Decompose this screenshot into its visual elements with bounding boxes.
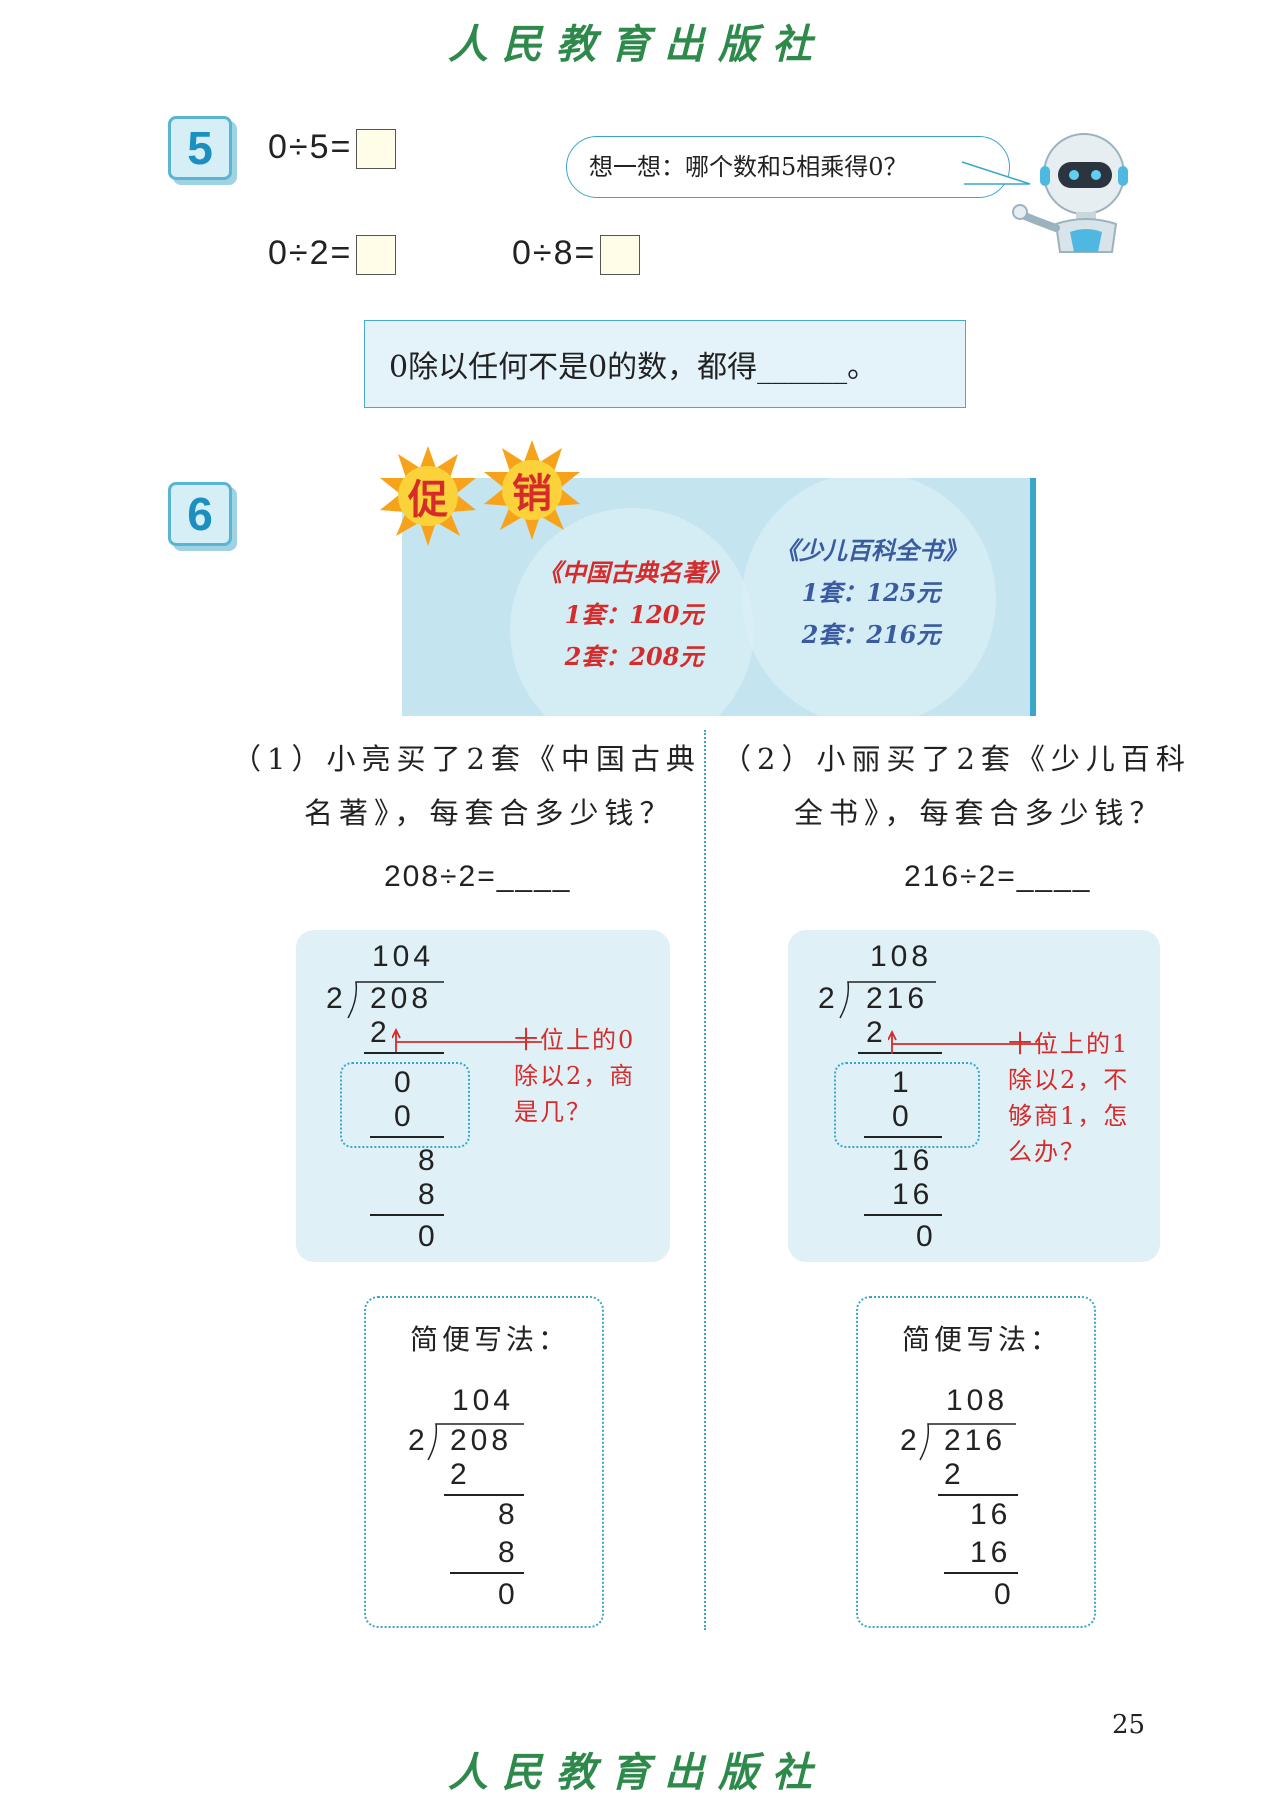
step-digit: 8 xyxy=(418,1178,439,1211)
step-digit: 2 xyxy=(370,1016,391,1049)
book2-price-2: 2套：216元 xyxy=(801,620,941,649)
step-line xyxy=(444,1494,524,1496)
problem-5-badge: 5 xyxy=(168,116,232,180)
question-1-line-1: （1）小亮买了2套《中国古典 xyxy=(232,742,701,776)
step-line xyxy=(938,1494,1018,1496)
equation-right[interactable]: 216÷2=____ xyxy=(904,860,1091,894)
equation-0-div-8: 0÷8= xyxy=(512,234,641,276)
step-digit: 2 xyxy=(450,1458,471,1491)
equation-0-div-2: 0÷2= xyxy=(268,234,397,276)
step-digit: 2 xyxy=(944,1458,965,1491)
long-division-left: 104 2 208 2 0 0 8 8 0 十位上的0 除以2，商 是几？ xyxy=(296,930,670,1262)
step-line xyxy=(864,1136,942,1138)
hint-line: 是几？ xyxy=(514,1098,592,1126)
question-2-line-2: 全书》，每套合多少钱？ xyxy=(794,796,1165,830)
step-digit: 8 xyxy=(498,1498,519,1531)
step-line xyxy=(370,1136,444,1138)
quotient: 104 xyxy=(452,1384,515,1417)
thought-bubble-text: 想一想：哪个数和5相乘得0？ xyxy=(589,153,908,181)
column-divider xyxy=(704,730,706,1630)
step-line xyxy=(450,1572,524,1574)
long-division-right: 108 2 216 2 1 0 16 16 0 十位上的1 除以2，不 够商1，… xyxy=(788,930,1160,1262)
step-digit: 1 xyxy=(892,1066,913,1099)
step-digit: 16 xyxy=(970,1498,1012,1531)
step-digit: 8 xyxy=(418,1144,439,1177)
question-1-line-2: 名著》，每套合多少钱？ xyxy=(304,796,675,830)
promo-char-2: 销 xyxy=(512,470,552,517)
step-digit: 0 xyxy=(394,1066,415,1099)
quotient: 104 xyxy=(372,940,435,973)
remainder: 0 xyxy=(994,1578,1015,1611)
rule-text[interactable]: 0除以任何不是0的数，都得______。 xyxy=(389,342,877,386)
step-digit: 16 xyxy=(892,1178,934,1211)
question-2-line-1: （2）小丽买了2套《少儿百科 xyxy=(722,742,1191,776)
dividend: 208 xyxy=(370,982,433,1015)
divisor: 2 xyxy=(326,982,347,1015)
dividend: 216 xyxy=(866,982,929,1015)
step-digit: 0 xyxy=(892,1100,913,1133)
step-digit: 8 xyxy=(498,1536,519,1569)
equation-0-div-5: 0÷5= xyxy=(268,128,397,170)
remainder: 0 xyxy=(498,1578,519,1611)
simple-method-left: 简便写法： 104 2 208 2 8 8 0 xyxy=(364,1296,604,1628)
robot-icon xyxy=(1012,133,1128,253)
book2-title: 《少儿百科全书》 xyxy=(775,536,967,565)
book1-price-1: 1套：120元 xyxy=(564,600,704,629)
hint-line: 除以2，不 xyxy=(1008,1066,1130,1094)
step-digit: 0 xyxy=(394,1100,415,1133)
book1-info: 《中国古典名著》 1套：120元 2套：208元 xyxy=(512,552,756,678)
thought-bubble: 想一想：哪个数和5相乘得0？ xyxy=(566,136,1010,198)
hint-line: 十位上的0 xyxy=(514,1026,636,1054)
step-digit: 16 xyxy=(892,1144,934,1177)
question-2: （2）小丽买了2套《少儿百科 全书》，每套合多少钱？ xyxy=(722,732,1191,840)
equation-text: 0÷5= xyxy=(268,128,353,166)
book1-title: 《中国古典名著》 xyxy=(538,558,730,587)
hint-line: 除以2，商 xyxy=(514,1062,636,1090)
quotient: 108 xyxy=(946,1384,1009,1417)
divisor: 2 xyxy=(818,982,839,1015)
promo-char-1: 促 xyxy=(408,476,448,523)
dividend: 208 xyxy=(450,1424,513,1457)
book2-price-1: 1套：125元 xyxy=(801,578,941,607)
book2-info: 《少儿百科全书》 1套：125元 2套：216元 xyxy=(744,530,998,656)
quotient: 108 xyxy=(870,940,933,973)
publisher-watermark-bottom: 人民教育出版社 xyxy=(448,1749,826,1796)
simple-method-title: 简便写法： xyxy=(410,1323,571,1356)
publisher-watermark-top: 人民教育出版社 xyxy=(448,21,826,68)
remainder: 0 xyxy=(418,1220,439,1253)
equation-left[interactable]: 208÷2=____ xyxy=(384,860,571,894)
dividend: 216 xyxy=(944,1424,1007,1457)
equation-text: 0÷8= xyxy=(512,234,597,272)
book1-price-2: 2套：208元 xyxy=(564,642,704,671)
step-digit: 16 xyxy=(970,1536,1012,1569)
equation-text: 0÷2= xyxy=(268,234,353,272)
simple-method-right: 简便写法： 108 2 216 2 16 16 0 xyxy=(856,1296,1096,1628)
poster-edge xyxy=(1030,478,1036,716)
simple-method-title: 简便写法： xyxy=(902,1323,1063,1356)
step-digit: 2 xyxy=(866,1016,887,1049)
hint-note-left: 十位上的0 除以2，商 是几？ xyxy=(514,1022,635,1130)
rule-box: 0除以任何不是0的数，都得______。 xyxy=(364,320,966,408)
question-1: （1）小亮买了2套《中国古典 名著》，每套合多少钱？ xyxy=(232,732,701,840)
step-line xyxy=(864,1214,942,1216)
answer-box[interactable] xyxy=(600,235,641,276)
hint-note-right: 十位上的1 除以2，不 够商1，怎 么办？ xyxy=(1008,1026,1129,1170)
step-line xyxy=(370,1214,444,1216)
answer-box[interactable] xyxy=(356,129,397,170)
problem-6-badge: 6 xyxy=(168,482,232,546)
hint-line: 够商1，怎 xyxy=(1008,1102,1130,1130)
answer-box[interactable] xyxy=(356,235,397,276)
step-line xyxy=(944,1572,1018,1574)
page-number: 25 xyxy=(1112,1710,1146,1740)
hint-line: 么办？ xyxy=(1008,1138,1086,1166)
hint-line: 十位上的1 xyxy=(1008,1030,1130,1058)
remainder: 0 xyxy=(916,1220,937,1253)
